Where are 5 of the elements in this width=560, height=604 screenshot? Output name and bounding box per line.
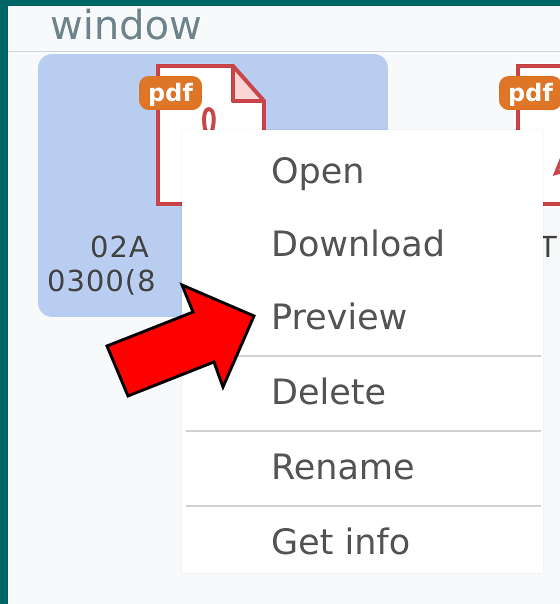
file-type-badge: pdf (499, 76, 560, 110)
file-name: 02A (90, 230, 150, 264)
window-title: window (50, 6, 202, 46)
file-type-badge: pdf (139, 76, 202, 110)
file-name: 0300(8 (47, 264, 157, 298)
